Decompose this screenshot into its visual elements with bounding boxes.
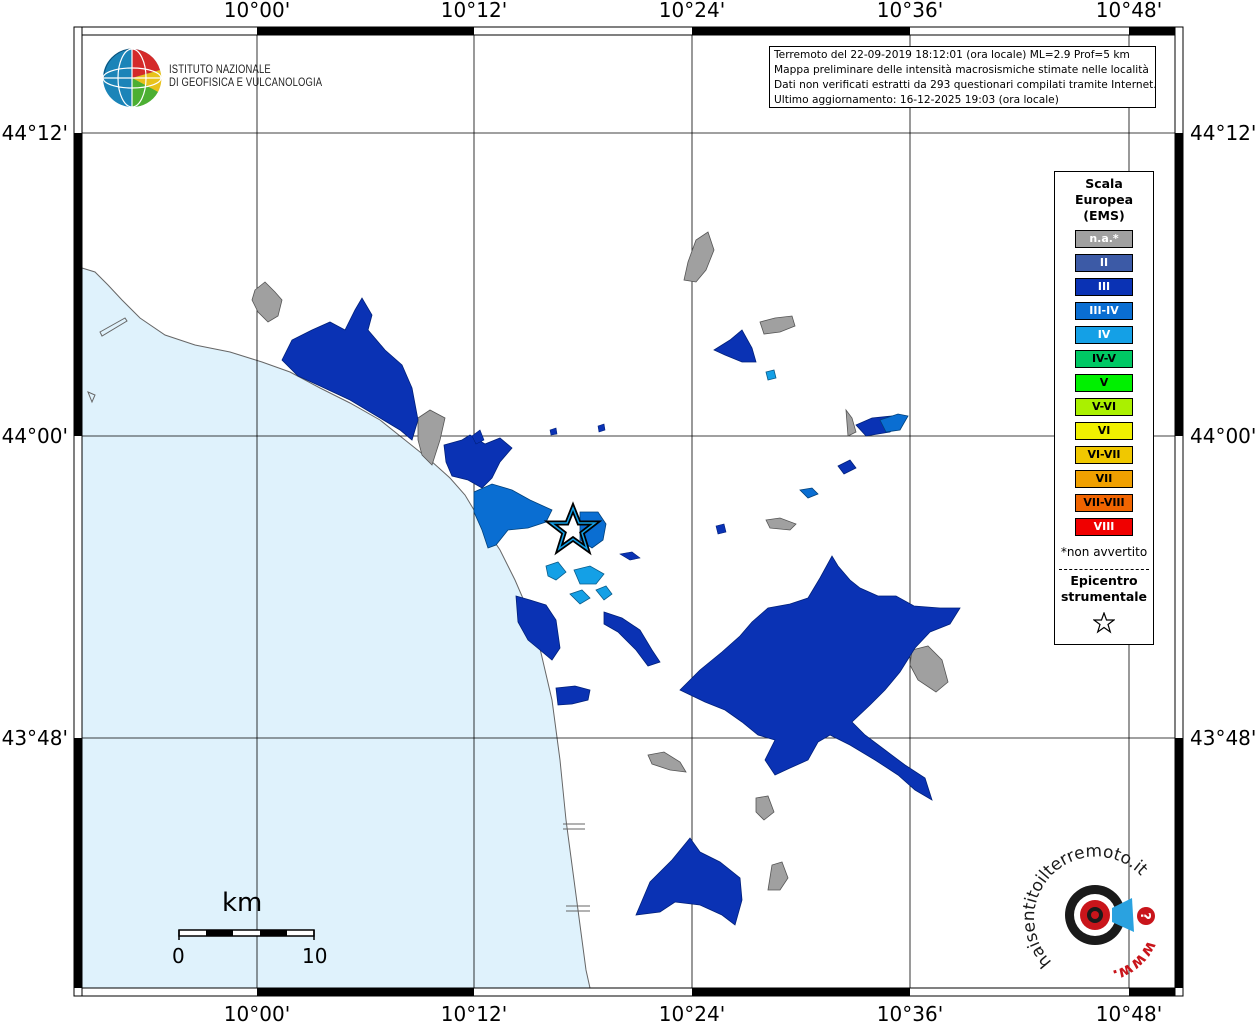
lat-label: 44°12' (1190, 121, 1256, 145)
legend-title-line: Europea (1074, 192, 1134, 207)
event-info-box: Terremoto del 22-09-2019 18:12:01 (ora l… (769, 46, 1156, 108)
lon-label: 10°48' (1096, 1002, 1162, 1024)
lon-label: 10°12' (441, 1002, 507, 1024)
legend-item: II (1075, 254, 1133, 272)
legend-item: n.a.* (1075, 230, 1133, 248)
legend-epicenter-line2: strumentale (1060, 589, 1148, 604)
event-info-line: Terremoto del 22-09-2019 18:12:01 (ora l… (774, 49, 1130, 61)
ingv-logo-icon (102, 48, 162, 108)
scale-min-label: 0 (172, 944, 185, 968)
lon-label: 10°48' (1096, 0, 1162, 22)
hsi-question-mark: ? (1137, 912, 1152, 920)
lon-labels-top: 10°00' 10°12' 10°24' 10°36' 10°48' (224, 0, 1162, 22)
lat-label: 44°00' (2, 424, 68, 448)
lat-label: 44°12' (2, 121, 68, 145)
lon-label: 10°24' (659, 1002, 725, 1024)
legend-item: III-IV (1075, 302, 1133, 320)
legend-title-line: (EMS) (1083, 208, 1125, 223)
institute-name-line1: ISTITUTO NAZIONALE (169, 64, 271, 76)
legend-item: V-VI (1075, 398, 1133, 416)
lat-label: 44°00' (1190, 424, 1256, 448)
legend-item: III (1075, 278, 1133, 296)
ems-legend: Scala Europea (EMS) n.a.* II III III-IV IV IV… (1054, 171, 1154, 645)
legend-title: Scala Europea (EMS) (1055, 176, 1153, 224)
legend-item: V (1075, 374, 1133, 392)
lon-label: 10°12' (441, 0, 507, 22)
lon-label: 10°36' (877, 1002, 943, 1024)
scale-max-label: 10 (302, 944, 328, 968)
lat-labels-right: 44°12' 44°00' 43°48' (1190, 121, 1256, 750)
lat-label: 43°48' (2, 726, 68, 750)
lon-label: 10°00' (224, 0, 290, 22)
legend-item: VI (1075, 422, 1133, 440)
lat-labels-left: 44°12' 44°00' 43°48' (2, 121, 68, 750)
event-info-line: Dati non verificati estratti da 293 ques… (774, 79, 1156, 91)
legend-item: VII-VIII (1075, 494, 1133, 512)
event-info-line: Mappa preliminare delle intensità macros… (774, 64, 1149, 76)
legend-item: IV (1075, 326, 1133, 344)
star-icon (1093, 612, 1115, 634)
legend-item: IV-V (1075, 350, 1133, 368)
lon-labels-bottom: 10°00' 10°12' 10°24' 10°36' 10°48' (224, 1002, 1162, 1026)
legend-item: VII (1075, 470, 1133, 488)
legend-epicenter-label: Epicentro strumentale (1055, 573, 1153, 605)
institute-name: ISTITUTO NAZIONALE DI GEOFISICA E VULCAN… (169, 64, 322, 90)
legend-note: *non avvertito (1060, 545, 1148, 559)
lon-label: 10°00' (224, 1002, 290, 1024)
legend-epicenter-line1: Epicentro (1070, 573, 1138, 588)
institute-name-line2: DI GEOFISICA E VULCANOLOGIA (169, 77, 323, 89)
event-info-line: Ultimo aggiornamento: 16-12-2025 19:03 (… (774, 94, 1059, 106)
macroseismic-map: 10°00' 10°12' 10°24' 10°36' 10°48' 10°00… (0, 0, 1256, 1026)
scale-unit: km (222, 888, 263, 918)
legend-item: VI-VII (1075, 446, 1133, 464)
legend-title-line: Scala (1085, 176, 1123, 191)
lat-label: 43°48' (1190, 726, 1256, 750)
legend-separator (1059, 569, 1149, 570)
legend-item: VIII (1075, 518, 1133, 536)
lon-label: 10°36' (877, 0, 943, 22)
lon-label: 10°24' (659, 0, 725, 22)
